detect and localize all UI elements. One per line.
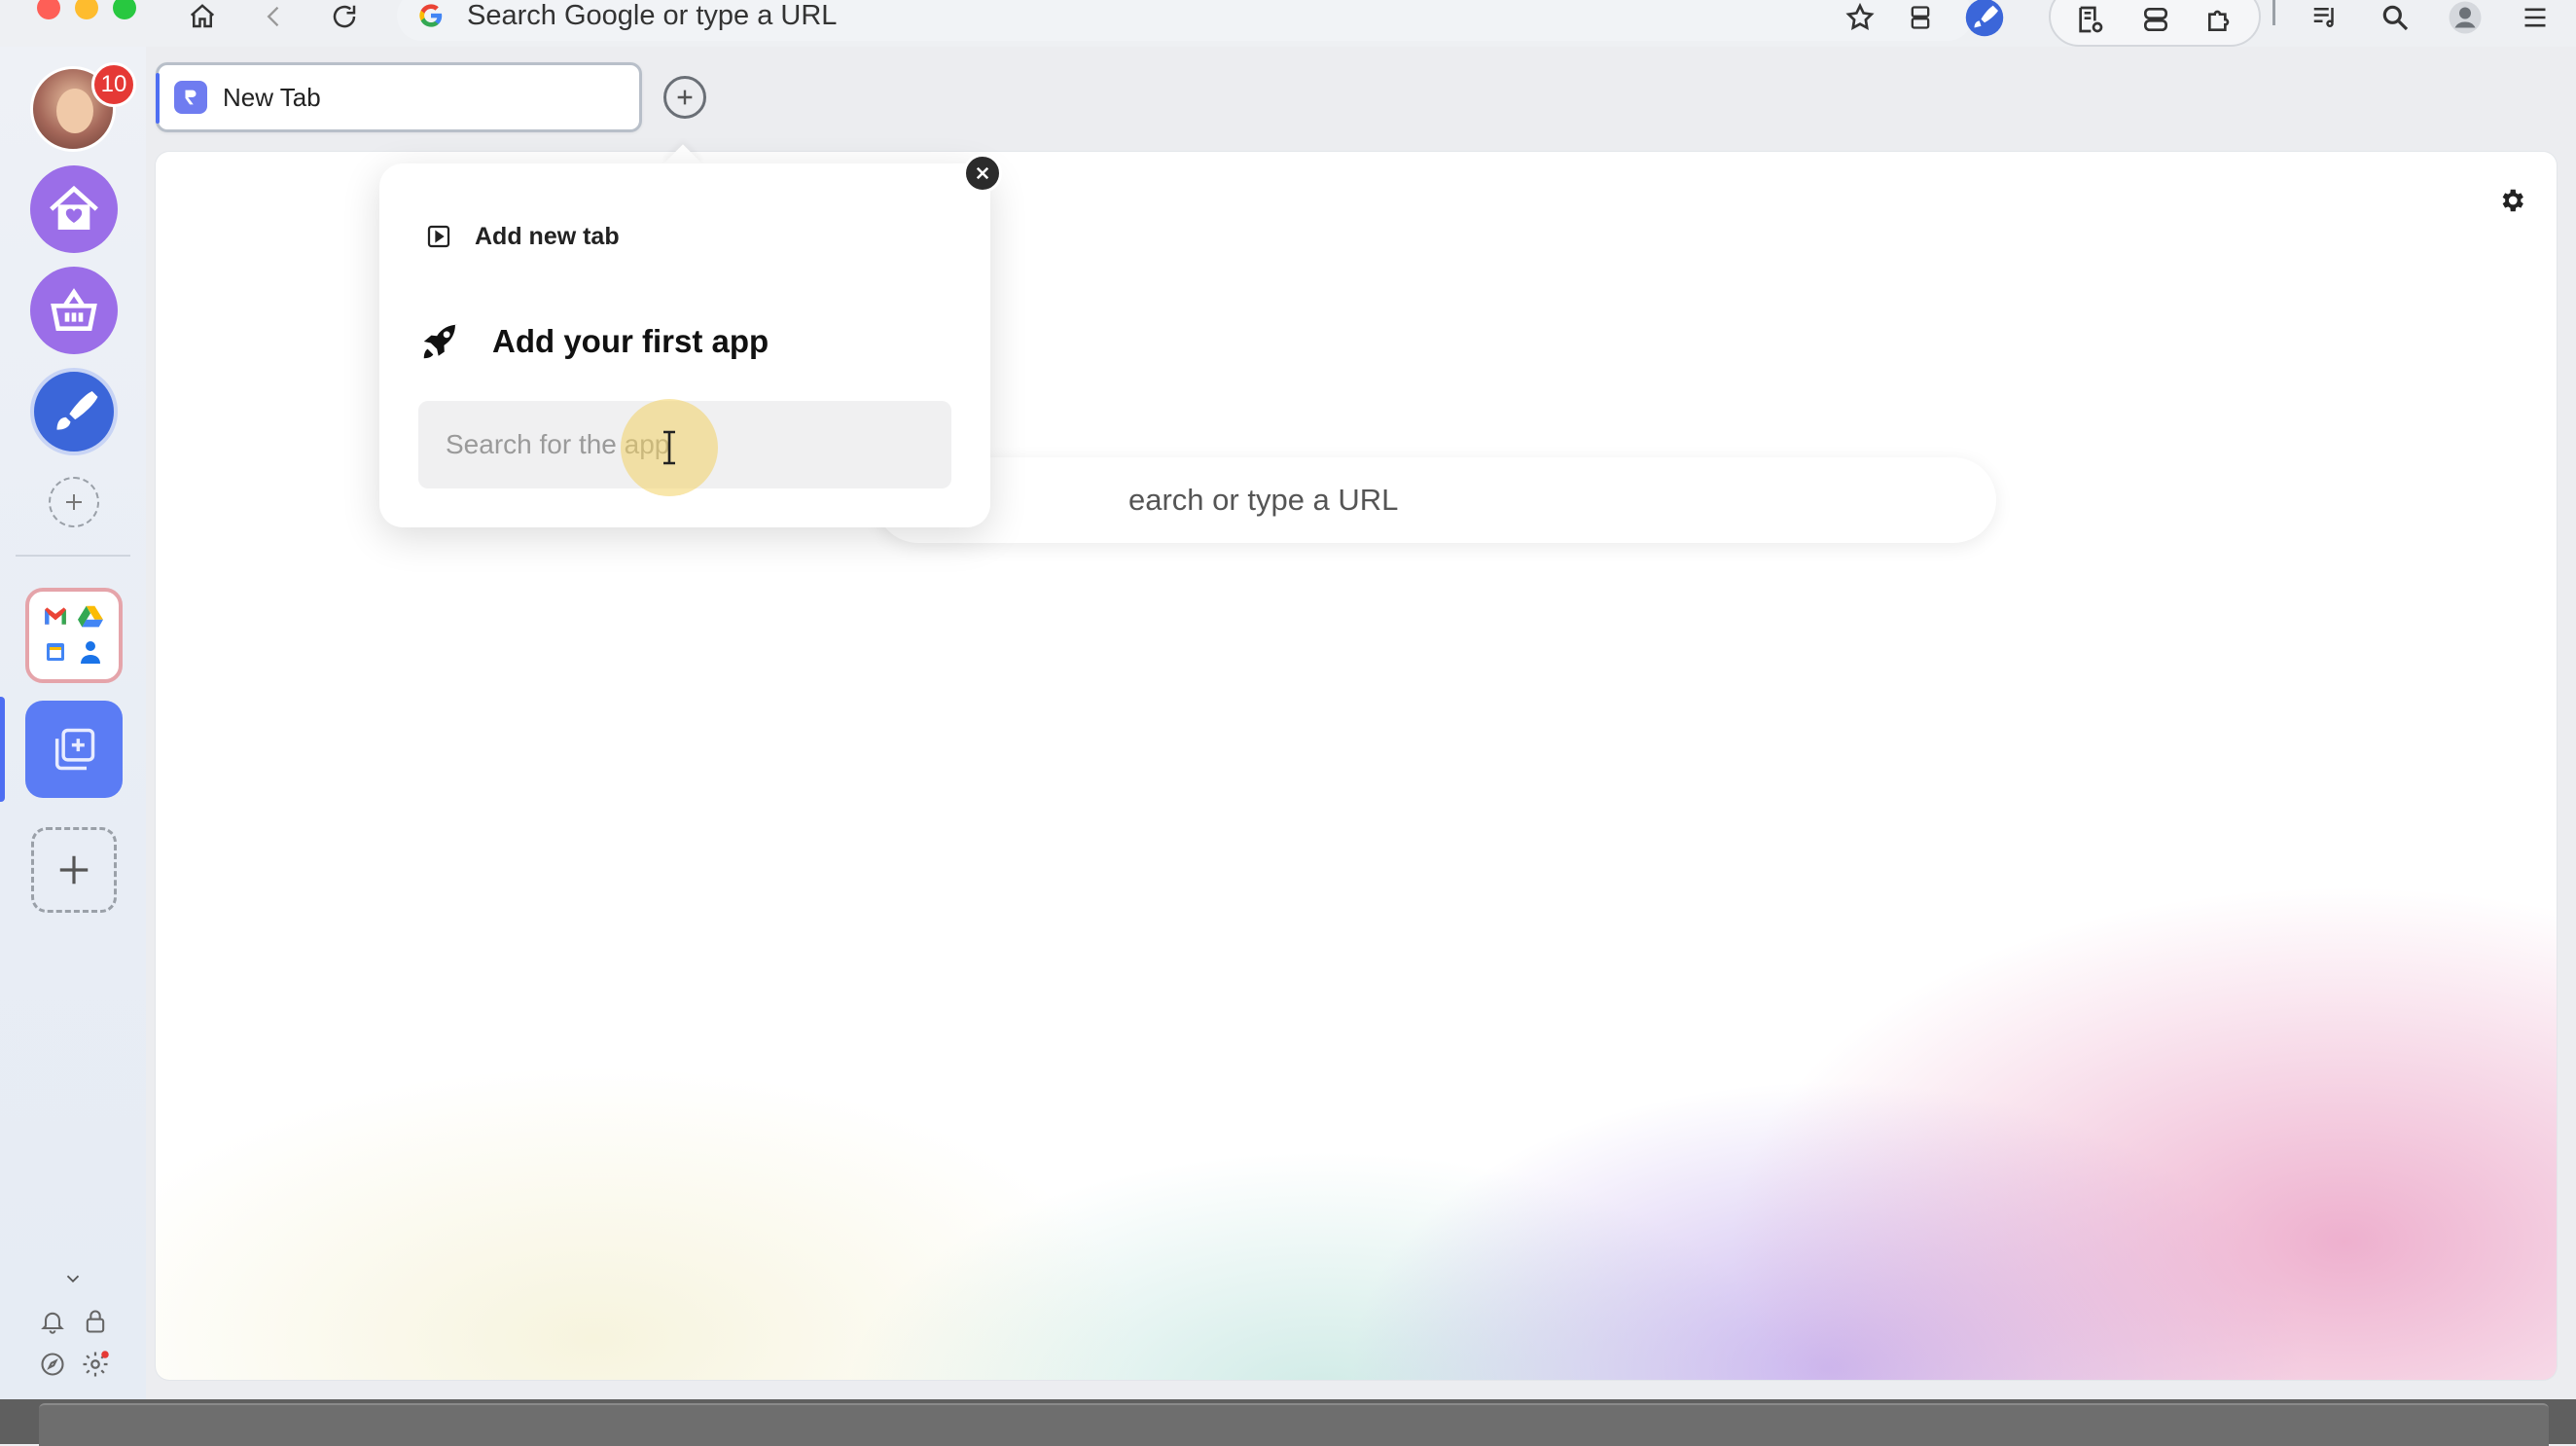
menu-button[interactable] [2514,0,2557,35]
popup-heading-row: Add your first app [418,319,769,364]
popup-heading: Add your first app [492,323,769,359]
add-new-tab-label: Add new tab [475,222,620,250]
bookmark-button[interactable] [1839,0,1881,35]
compass-icon [41,1353,64,1376]
chevron-left-icon [267,6,279,27]
add-tab-icon [54,728,95,771]
new-tab-button[interactable] [663,76,706,119]
notification-badge: 10 [91,62,136,107]
add-app-popup: Add new tab Add your first app [379,163,990,527]
sidebar-space-home[interactable] [30,165,118,253]
page-settings-button[interactable] [2492,181,2531,220]
extensions-button[interactable] [2199,2,2241,37]
reading-list-icon [2079,6,2103,33]
main-search-box[interactable]: earch or type a URL [876,457,1996,543]
sidebar-expand-button[interactable] [55,1261,90,1296]
reload-button[interactable] [325,0,364,33]
google-icon [416,1,446,30]
home-button[interactable] [183,0,222,33]
add-space-button[interactable] [49,477,99,527]
toolbar-separator [2272,0,2275,25]
main-search-text: earch or type a URL [1128,483,1399,517]
bell-icon [41,1312,64,1334]
browser-toolbar: Search Google or type a URL [0,0,2576,47]
lock-button[interactable] [78,1304,113,1339]
hamburger-icon [2524,8,2546,27]
sidekick-button[interactable] [2134,2,2177,37]
chevron-down-icon [66,1275,80,1283]
person-icon [2449,1,2482,34]
search-button[interactable] [2374,0,2416,35]
gear-icon [2502,189,2523,212]
popup-close-button[interactable] [963,154,1002,193]
reading-list-button[interactable] [2068,2,2111,37]
search-icon [2382,5,2409,31]
window-close-button[interactable] [37,0,60,19]
lock-icon [86,1310,105,1333]
window-minimize-button[interactable] [75,0,98,19]
star-icon [1845,2,1875,30]
add-app-button[interactable] [31,827,117,913]
close-icon [976,166,989,180]
avatar-face [56,89,93,133]
reload-icon [333,5,356,28]
tab-layout-button[interactable] [1899,0,1942,35]
plus-icon [59,855,89,885]
google-drive-icon [78,603,103,629]
address-bar-text: Search Google or type a URL [467,0,838,31]
notifications-button[interactable] [35,1304,70,1339]
robot-icon [2144,8,2167,31]
settings-button[interactable] [78,1347,113,1382]
tab-play-icon [427,225,450,248]
window-zoom-button[interactable] [113,0,136,19]
tab-new-tab[interactable]: New Tab [156,62,642,132]
discover-button[interactable] [35,1347,70,1382]
puzzle-icon [2208,10,2230,31]
app-search-input[interactable] [418,401,951,488]
tab-favicon-icon [174,81,207,114]
google-contacts-icon [78,639,103,665]
active-app-marker [0,697,5,802]
desktop-background-strip [0,1399,2576,1446]
add-new-tab-option[interactable]: Add new tab [424,222,620,251]
sidebar-space-paint[interactable] [30,368,118,455]
profile-button[interactable] [2444,0,2487,35]
stack-icon [1911,6,1930,29]
music-queue-icon [2313,8,2334,27]
sidebar-space-shopping[interactable] [30,267,118,354]
google-calendar-icon [43,639,68,665]
gear-icon [83,1351,109,1377]
basket-icon [51,288,97,331]
home-icon [190,4,215,28]
house-heart-icon [50,185,98,230]
sidebar-app-tabs[interactable] [25,701,123,798]
space-indicator-button[interactable] [1963,0,2006,37]
sidebar-app-group-google[interactable] [25,588,123,683]
underlying-window-edge [39,1403,2549,1446]
plus-icon [66,494,82,510]
gmail-icon [43,603,68,629]
brush-icon [1965,0,2004,37]
media-control-button[interactable] [2304,0,2346,35]
sidebar-divider [16,555,130,557]
plus-icon [677,90,693,105]
brush-icon [56,391,98,430]
rocket-icon [423,324,458,359]
tab-title: New Tab [223,82,321,112]
back-button[interactable] [255,0,294,33]
address-bar[interactable]: Search Google or type a URL [397,0,1973,41]
extensions-group [2049,0,2261,47]
